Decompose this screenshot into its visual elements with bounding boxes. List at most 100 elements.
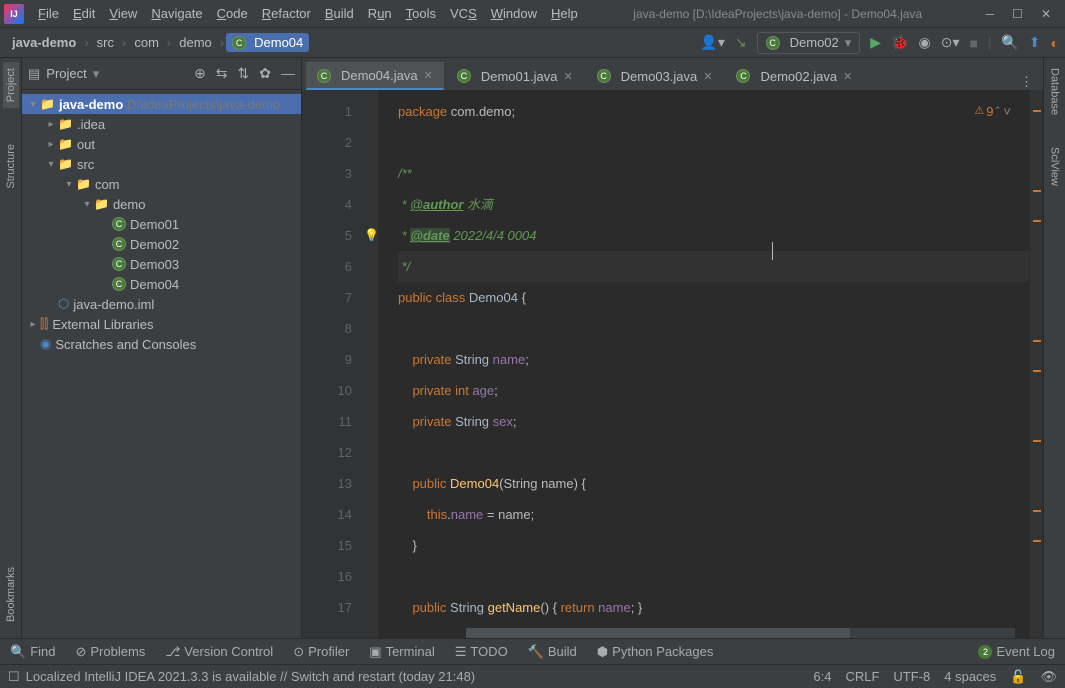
gutter[interactable]: 1 2 3 4 5 6 7 8 9 10 11 12 13 14 15 16 1…	[302, 90, 378, 638]
line-number[interactable]: 12	[302, 437, 378, 468]
menu-build[interactable]: Build	[319, 2, 360, 25]
chevron-down-icon[interactable]: ▾	[93, 66, 100, 82]
menu-code[interactable]: Code	[211, 2, 254, 25]
tree-iml[interactable]: ⬡java-demo.iml	[22, 294, 301, 314]
status-message[interactable]: Localized IntelliJ IDEA 2021.3.3 is avai…	[26, 669, 475, 684]
settings-icon[interactable]: ✿	[259, 65, 271, 82]
crumb-class[interactable]: CDemo04	[226, 33, 309, 52]
line-number[interactable]: 16	[302, 561, 378, 592]
code-content[interactable]: 💡 ⚠ 9 ˆ ˅ package com.demo; /** * @autho…	[378, 90, 1029, 638]
line-number[interactable]: 11	[302, 406, 378, 437]
crumb-project[interactable]: java-demo	[6, 33, 82, 52]
bt-python[interactable]: ⬢ Python Packages	[597, 644, 714, 660]
coverage-button[interactable]: ◉	[919, 34, 931, 51]
tree-class[interactable]: CDemo01	[22, 214, 301, 234]
stripe-bookmarks[interactable]: Bookmarks	[3, 561, 19, 628]
hide-icon[interactable]: —	[281, 65, 295, 82]
tab-demo02[interactable]: CDemo02.java✕	[725, 62, 863, 90]
tree-root[interactable]: ▾📁java-demo D:\IdeaProjects\java-demo	[22, 94, 301, 114]
ide-settings-icon[interactable]: ◐	[1051, 35, 1059, 51]
minimize-button[interactable]: ─	[986, 7, 995, 21]
warnings-indicator[interactable]: ⚠ 9 ˆ ˅	[974, 96, 1011, 127]
tree-class[interactable]: CDemo02	[22, 234, 301, 254]
debug-button[interactable]: 🐞	[891, 34, 908, 51]
tree-scratches[interactable]: ◉Scratches and Consoles	[22, 334, 301, 354]
stripe-sciview[interactable]: SciView	[1047, 141, 1063, 192]
bt-todo[interactable]: ☰ TODO	[455, 644, 508, 660]
tree-idea[interactable]: ▸📁.idea	[22, 114, 301, 134]
line-number[interactable]: 14	[302, 499, 378, 530]
tree-demo[interactable]: ▾📁demo	[22, 194, 301, 214]
error-stripe[interactable]	[1029, 90, 1043, 638]
maximize-button[interactable]: ☐	[1012, 7, 1023, 21]
code-editor[interactable]: 1 2 3 4 5 6 7 8 9 10 11 12 13 14 15 16 1…	[302, 90, 1043, 638]
menu-help[interactable]: Help	[545, 2, 584, 25]
expand-all-icon[interactable]: ⇆	[216, 65, 228, 82]
bt-find[interactable]: 🔍 Find	[10, 644, 55, 660]
bt-vcs[interactable]: ⎇ Version Control	[165, 644, 273, 660]
close-icon[interactable]: ✕	[563, 70, 572, 83]
menu-refactor[interactable]: Refactor	[256, 2, 317, 25]
run-button[interactable]: ▶	[870, 34, 881, 51]
menu-edit[interactable]: Edit	[67, 2, 101, 25]
line-number[interactable]: 20	[302, 629, 378, 638]
tree-out[interactable]: ▸📁out	[22, 134, 301, 154]
tab-more-icon[interactable]: ⋮	[1010, 74, 1043, 90]
stop-button[interactable]: ■	[970, 35, 978, 51]
tab-demo04[interactable]: CDemo04.java✕	[306, 62, 444, 90]
close-button[interactable]: ✕	[1041, 7, 1051, 21]
collapse-all-icon[interactable]: ⇅	[238, 65, 250, 82]
menu-tools[interactable]: Tools	[400, 2, 442, 25]
tab-demo03[interactable]: CDemo03.java✕	[586, 62, 724, 90]
bt-terminal[interactable]: ▣ Terminal	[369, 644, 434, 660]
bt-event-log[interactable]: 2 Event Log	[978, 644, 1055, 659]
crumb-src[interactable]: src	[91, 33, 120, 52]
bt-profiler[interactable]: ⊙ Profiler	[293, 644, 349, 660]
line-number[interactable]: 2	[302, 127, 378, 158]
tree-class[interactable]: CDemo03	[22, 254, 301, 274]
project-tree[interactable]: ▾📁java-demo D:\IdeaProjects\java-demo ▸📁…	[22, 90, 301, 638]
add-user-icon[interactable]: 👤▾	[700, 34, 724, 51]
build-hammer-icon[interactable]: ↘	[735, 34, 747, 51]
menu-window[interactable]: Window	[485, 2, 543, 25]
line-number[interactable]: 6	[302, 251, 378, 282]
line-number[interactable]: 13	[302, 468, 378, 499]
line-number[interactable]: 4	[302, 189, 378, 220]
crumb-demo[interactable]: demo	[173, 33, 218, 52]
stripe-structure[interactable]: Structure	[3, 138, 19, 195]
tree-class[interactable]: CDemo04	[22, 274, 301, 294]
menu-vcs[interactable]: VCS	[444, 2, 483, 25]
crumb-com[interactable]: com	[128, 33, 165, 52]
profile-button[interactable]: ⊙▾	[941, 34, 960, 51]
line-number[interactable]: 17	[302, 592, 378, 623]
tree-external-libs[interactable]: ▸⫿⫿External Libraries	[22, 314, 301, 334]
run-config-selector[interactable]: C Demo02 ▾	[757, 32, 861, 54]
close-icon[interactable]: ✕	[703, 70, 712, 83]
bt-build[interactable]: 🔨 Build	[528, 644, 577, 660]
panel-title[interactable]: Project	[46, 66, 86, 81]
tree-com[interactable]: ▾📁com	[22, 174, 301, 194]
tree-src[interactable]: ▾📁src	[22, 154, 301, 174]
bt-problems[interactable]: ⊘ Problems	[75, 644, 145, 660]
line-number[interactable]: 15	[302, 530, 378, 561]
update-icon[interactable]: ⬆	[1029, 34, 1041, 51]
close-icon[interactable]: ✕	[424, 69, 433, 82]
menu-file[interactable]: File	[32, 2, 65, 25]
line-number[interactable]: 3	[302, 158, 378, 189]
line-number[interactable]: 7	[302, 282, 378, 313]
tab-demo01[interactable]: CDemo01.java✕	[446, 62, 584, 90]
menu-view[interactable]: View	[103, 2, 143, 25]
line-number[interactable]: 1	[302, 96, 378, 127]
intention-bulb-icon[interactable]: 💡	[364, 220, 379, 251]
close-icon[interactable]: ✕	[843, 70, 852, 83]
menu-navigate[interactable]: Navigate	[145, 2, 208, 25]
stripe-database[interactable]: Database	[1047, 62, 1063, 121]
stripe-project[interactable]: Project	[3, 62, 19, 108]
menu-run[interactable]: Run	[362, 2, 398, 25]
horizontal-scrollbar[interactable]	[466, 628, 1015, 638]
select-opened-file-icon[interactable]: ⊕	[194, 65, 206, 82]
line-number[interactable]: 8	[302, 313, 378, 344]
search-icon[interactable]: 🔍	[1001, 34, 1018, 51]
line-number[interactable]: 9	[302, 344, 378, 375]
line-number[interactable]: 10	[302, 375, 378, 406]
